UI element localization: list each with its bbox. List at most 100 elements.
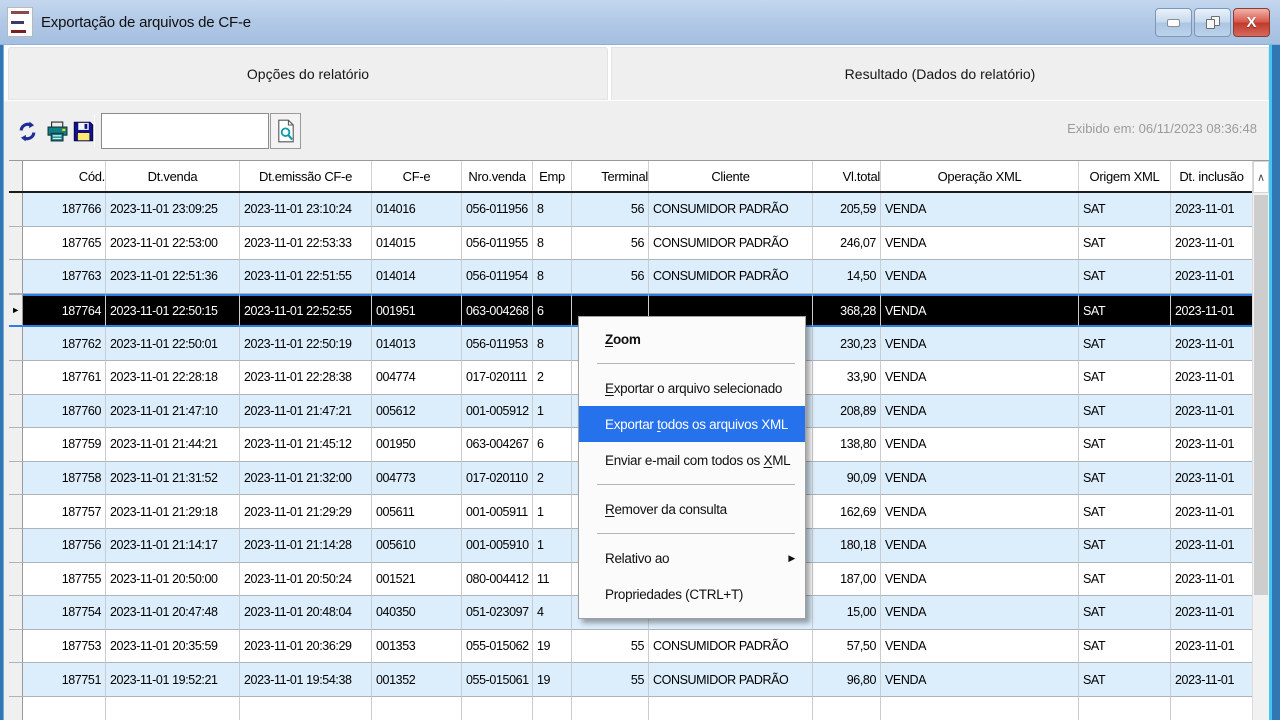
menu-item-properties[interactable]: Propriedades (CTRL+T) — [579, 576, 805, 612]
cell-cod: 187751 — [23, 663, 106, 697]
cell-emp: 2 — [533, 361, 572, 395]
restore-button[interactable] — [1194, 8, 1231, 37]
table-row[interactable]: 1877512023-11-01 19:52:212023-11-01 19:5… — [9, 663, 1254, 697]
refresh-icon — [17, 121, 38, 142]
menu-separator — [597, 484, 795, 485]
header-cell-dt_emissao[interactable]: Dt.emissão CF-e — [240, 161, 372, 191]
cell-origem: SAT — [1079, 361, 1171, 395]
selected-row-marker: ► — [11, 305, 20, 315]
header-cell-operacao[interactable]: Operação XML — [881, 161, 1079, 191]
tab-report-result[interactable]: Resultado (Dados do relatório) — [611, 47, 1269, 100]
cell-emp: 8 — [533, 193, 572, 227]
cell-operacao: VENDA — [881, 428, 1079, 462]
header-cell-dt_venda[interactable]: Dt.venda — [106, 161, 240, 191]
cell-dt_venda — [106, 697, 240, 720]
menu-item-send-email-with-all-xml[interactable]: Enviar e-mail com todos os XML — [579, 442, 805, 478]
header-cell-cod[interactable]: Cód. — [23, 161, 106, 191]
cell-dt_venda: 2023-11-01 22:50:01 — [106, 327, 240, 361]
cell-dt_emissao: 2023-11-01 22:52:55 — [240, 294, 372, 328]
preview-document-icon — [276, 119, 296, 143]
header-cell-vl_total[interactable]: Vl.total — [813, 161, 881, 191]
header-cell-terminal[interactable]: Terminal — [572, 161, 649, 191]
cell-origem: SAT — [1079, 630, 1171, 664]
cell-dt_venda: 2023-11-01 20:50:00 — [106, 563, 240, 597]
save-button[interactable] — [70, 114, 96, 148]
cell-cfe: 014014 — [372, 260, 462, 294]
minimize-button[interactable] — [1155, 8, 1192, 37]
cell-cod: 187756 — [23, 529, 106, 563]
menu-item-zoom[interactable]: Zoom — [579, 321, 805, 357]
cell-emp: 2 — [533, 462, 572, 496]
cell-cod: 187765 — [23, 227, 106, 261]
header-cell-cfe[interactable]: CF-e — [372, 161, 462, 191]
cell-dt_venda: 2023-11-01 21:14:17 — [106, 529, 240, 563]
cell-dt_venda: 2023-11-01 22:51:36 — [106, 260, 240, 294]
cell-operacao: VENDA — [881, 563, 1079, 597]
cell-cfe: 014013 — [372, 327, 462, 361]
header-cell-dt_inclusao[interactable]: Dt. inclusão — [1171, 161, 1253, 191]
cell-operacao: VENDA — [881, 260, 1079, 294]
table-row[interactable]: 1877632023-11-01 22:51:362023-11-01 22:5… — [9, 260, 1254, 294]
cell-vl_total: 96,80 — [813, 663, 881, 697]
cell-nro_venda: 063-004267 — [462, 428, 533, 462]
cell-origem: SAT — [1079, 529, 1171, 563]
titlebar: Exportação de arquivos de CF-e X — [0, 0, 1280, 45]
cell-cod: 187763 — [23, 260, 106, 294]
table-row[interactable]: 1877662023-11-01 23:09:252023-11-01 23:1… — [9, 193, 1254, 227]
menu-item-export-all-xml-files[interactable]: Exportar todos os arquivos XML — [579, 406, 805, 442]
toolbar-separator — [94, 115, 95, 147]
cell-cfe: 005610 — [372, 529, 462, 563]
preview-report-button[interactable] — [270, 113, 301, 149]
cell-cliente: CONSUMIDOR PADRÃO — [649, 260, 813, 294]
header-cell-emp[interactable]: Emp — [533, 161, 572, 191]
scroll-up-button[interactable]: ∧ — [1253, 161, 1269, 193]
header-cell-nro_venda[interactable]: Nro.venda — [462, 161, 533, 191]
context-menu: Zoom Exportar o arquivo selecionado Export… — [578, 316, 806, 619]
cell-nro_venda: 055-015061 — [462, 663, 533, 697]
tab-report-options[interactable]: Opções do relatório — [8, 47, 608, 100]
vertical-scrollbar[interactable]: ∧ — [1252, 161, 1269, 720]
cell-dt_inclusao: 2023-11-01 — [1171, 495, 1253, 529]
cell-vl_total: 15,00 — [813, 596, 881, 630]
cell-nro_venda: 001-005911 — [462, 495, 533, 529]
cell-cfe — [372, 697, 462, 720]
close-button[interactable]: X — [1233, 8, 1270, 37]
menu-item-label: Remover da consulta — [605, 502, 727, 517]
cell-nro_venda: 056-011956 — [462, 193, 533, 227]
cell-origem: SAT — [1079, 495, 1171, 529]
cell-operacao: VENDA — [881, 462, 1079, 496]
cell-dt_emissao: 2023-11-01 19:54:38 — [240, 663, 372, 697]
cell-vl_total: 205,59 — [813, 193, 881, 227]
close-icon: X — [1246, 14, 1256, 31]
cell-operacao: VENDA — [881, 395, 1079, 429]
cell-cliente: CONSUMIDOR PADRÃO — [649, 663, 813, 697]
cell-emp: 6 — [533, 428, 572, 462]
filter-input[interactable] — [101, 113, 269, 149]
print-button[interactable] — [44, 114, 70, 148]
cell-dt_inclusao: 2023-11-01 — [1171, 193, 1253, 227]
menu-item-relative-to[interactable]: Relativo ao▶ — [579, 540, 805, 576]
cell-dt_venda: 2023-11-01 23:09:25 — [106, 193, 240, 227]
cell-terminal: 56 — [572, 260, 649, 294]
menu-item-export-selected-file[interactable]: Exportar o arquivo selecionado — [579, 370, 805, 406]
scrollbar-thumb[interactable] — [1254, 195, 1268, 595]
cell-dt_emissao: 2023-11-01 20:48:04 — [240, 596, 372, 630]
header-cell-cliente[interactable]: Cliente — [649, 161, 813, 191]
cell-vl_total: 187,00 — [813, 563, 881, 597]
cell-emp: 1 — [533, 395, 572, 429]
table-row[interactable]: 1877652023-11-01 22:53:002023-11-01 22:5… — [9, 227, 1254, 261]
menu-item-remove-from-query[interactable]: Remover da consulta — [579, 491, 805, 527]
header-cell-origem[interactable]: Origem XML — [1079, 161, 1171, 191]
refresh-button[interactable] — [14, 114, 40, 148]
cell-cod: 187753 — [23, 630, 106, 664]
cell-cod: 187764 — [23, 294, 106, 328]
cell-operacao: VENDA — [881, 327, 1079, 361]
window: Exportação de arquivos de CF-e X Opções … — [0, 0, 1280, 720]
grid-header: Cód.Dt.vendaDt.emissão CF-eCF-eNro.venda… — [9, 161, 1269, 193]
cell-vl_total: 90,09 — [813, 462, 881, 496]
cell-terminal: 56 — [572, 193, 649, 227]
table-row[interactable]: 1877532023-11-01 20:35:592023-11-01 20:3… — [9, 630, 1254, 664]
cell-dt_emissao: 2023-11-01 22:28:38 — [240, 361, 372, 395]
menu-item-label: Exportar o arquivo selecionado — [605, 381, 782, 396]
menu-separator — [597, 533, 795, 534]
